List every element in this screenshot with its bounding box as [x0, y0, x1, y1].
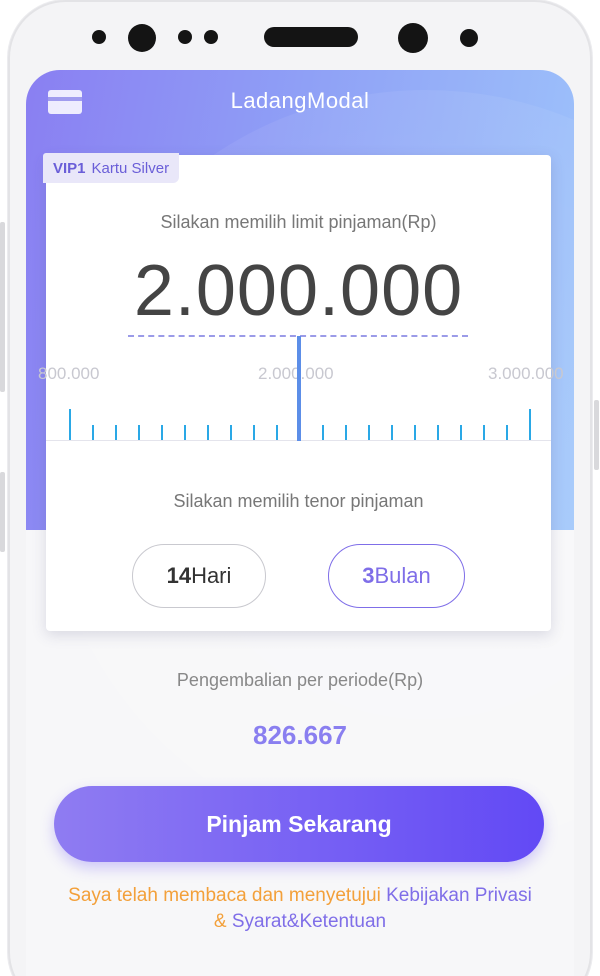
slider-tick [184, 425, 186, 441]
slider-tick [345, 425, 347, 441]
app-screen: LadangModal VIP1 Kartu Silver Silakan me… [26, 70, 574, 976]
vip-card-name: Kartu Silver [91, 159, 170, 177]
tenor-number: 3 [362, 563, 375, 588]
slider-tick [253, 425, 255, 441]
vip-badge: VIP1 Kartu Silver [43, 153, 180, 183]
tenor-unit: Bulan [374, 563, 431, 588]
vip-level: VIP1 [53, 159, 86, 177]
loan-card: VIP1 Kartu Silver Silakan memilih limit … [38, 153, 564, 631]
sensor-dot [178, 30, 192, 44]
slider-tick [437, 425, 439, 441]
sensor-dot [92, 30, 106, 44]
tenor-unit: Hari [191, 563, 232, 588]
tenor-number: 14 [166, 563, 192, 588]
front-camera [128, 24, 156, 52]
repayment-label: Pengembalian per periode(Rp) [176, 670, 424, 690]
slider-tick [161, 425, 163, 441]
borrow-now-button[interactable]: Pinjam Sekarang [54, 786, 544, 862]
loan-amount: 2.000.000 [133, 251, 464, 331]
slider-pointer[interactable] [297, 336, 301, 441]
terms-conditions-link[interactable]: Syarat&Ketentuan [232, 911, 386, 932]
limit-label: Silakan memilih limit pinjaman(Rp) [160, 212, 437, 232]
slider-tick [391, 425, 393, 441]
front-camera-secondary [398, 23, 428, 53]
slider-tick [276, 425, 278, 441]
app-title: LadangModal [230, 88, 370, 113]
side-button [0, 472, 5, 552]
slider-tick [506, 425, 508, 441]
terms-prefix: Saya telah membaca dan menyetujui [68, 885, 387, 906]
power-button [594, 400, 599, 470]
slider-tick [414, 425, 416, 441]
slider-tick [230, 425, 232, 441]
slider-tick [483, 425, 485, 441]
sensor-dot [204, 30, 218, 44]
tenor-label: Silakan memilih tenor pinjaman [173, 491, 424, 511]
slider-tick [92, 425, 94, 441]
slider-tick [368, 425, 370, 441]
speaker-grille [264, 27, 358, 47]
slider-major-tick [69, 409, 71, 441]
slider-tick [322, 425, 324, 441]
tenor-option-3-bulan[interactable]: 3 Bulan [328, 544, 465, 608]
repayment-amount: 826.667 [253, 720, 347, 750]
slider-tick [115, 425, 117, 441]
tenor-option-14-hari[interactable]: 14 Hari [132, 544, 266, 608]
terms-text: Saya telah membaca dan menyetujui Kebija… [66, 883, 534, 935]
slider-tick [138, 425, 140, 441]
privacy-policy-link[interactable]: Kebijakan Privasi [386, 885, 532, 906]
slider-tick [207, 425, 209, 441]
volume-button [0, 222, 5, 392]
terms-separator: & [213, 911, 232, 932]
slider-tick [460, 425, 462, 441]
sensor-dot [460, 29, 478, 47]
slider-major-tick [529, 409, 531, 441]
